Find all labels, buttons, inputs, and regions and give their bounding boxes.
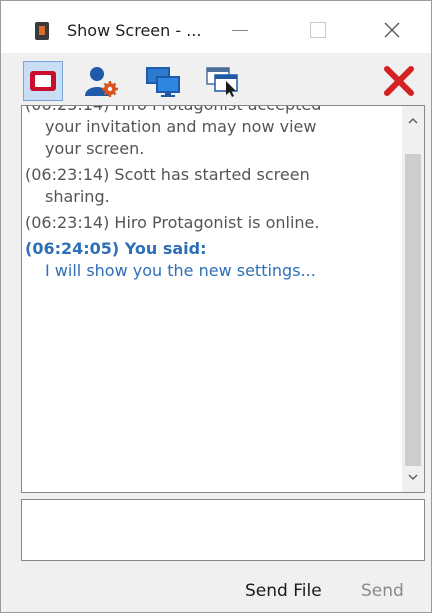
minimize-icon bbox=[232, 29, 248, 31]
chevron-down-icon bbox=[408, 474, 418, 480]
end-session-button[interactable] bbox=[379, 61, 419, 101]
vertical-scrollbar[interactable] bbox=[402, 106, 424, 492]
monitors-icon bbox=[146, 67, 180, 97]
scroll-thumb[interactable] bbox=[405, 154, 421, 466]
message-line: (06:23:14) Hiro Protagonist accepted bbox=[25, 106, 321, 114]
chat-message: (06:23:14) Hiro Protagonist is online. bbox=[22, 212, 400, 234]
chat-content: (06:23:14) Hiro Protagonist accepted you… bbox=[22, 106, 400, 286]
chevron-up-icon bbox=[408, 118, 418, 124]
message-line: sharing. bbox=[45, 187, 110, 206]
scroll-up-button[interactable] bbox=[402, 106, 424, 136]
app-icon bbox=[35, 22, 49, 40]
end-session-icon bbox=[384, 66, 414, 96]
user-settings-icon bbox=[85, 67, 118, 97]
message-input[interactable] bbox=[21, 499, 425, 561]
window-select-icon bbox=[206, 67, 238, 97]
maximize-icon bbox=[310, 22, 326, 38]
stop-sharing-button[interactable] bbox=[23, 61, 63, 101]
show-screen-window: Show Screen - ... your invitation and ma… bbox=[0, 0, 432, 613]
minimize-button[interactable] bbox=[217, 7, 263, 53]
title-bar: Show Screen - ... bbox=[1, 1, 431, 53]
send-file-button[interactable]: Send File bbox=[245, 581, 322, 601]
message-line: (06:23:14) Scott has started screen bbox=[25, 165, 310, 184]
message-body: I will show you the new settings... bbox=[45, 261, 316, 280]
message-line: your screen. bbox=[45, 139, 145, 158]
chat-log[interactable]: (06:23:14) Hiro Protagonist accepted you… bbox=[21, 105, 425, 493]
window-select-button[interactable] bbox=[203, 61, 243, 101]
chat-message: (06:23:14) Scott has started screen shar… bbox=[22, 164, 400, 208]
close-button[interactable] bbox=[369, 7, 415, 53]
close-icon bbox=[384, 22, 400, 38]
stop-sharing-icon bbox=[30, 71, 56, 91]
chat-message-self: (06:24:05) You said: I will show you the… bbox=[22, 238, 400, 282]
toolbar bbox=[1, 53, 431, 105]
monitors-button[interactable] bbox=[143, 61, 183, 101]
send-button[interactable]: Send bbox=[361, 581, 404, 601]
message-line: your invitation and may now view bbox=[45, 117, 317, 136]
chat-message: (06:23:14) Hiro Protagonist accepted you… bbox=[22, 106, 400, 160]
message-line: (06:23:14) Hiro Protagonist is online. bbox=[25, 213, 320, 232]
scroll-down-button[interactable] bbox=[402, 462, 424, 492]
message-header: (06:24:05) You said: bbox=[25, 239, 207, 258]
window-title: Show Screen - ... bbox=[67, 21, 202, 40]
maximize-button[interactable] bbox=[295, 7, 341, 53]
user-settings-button[interactable] bbox=[81, 61, 121, 101]
